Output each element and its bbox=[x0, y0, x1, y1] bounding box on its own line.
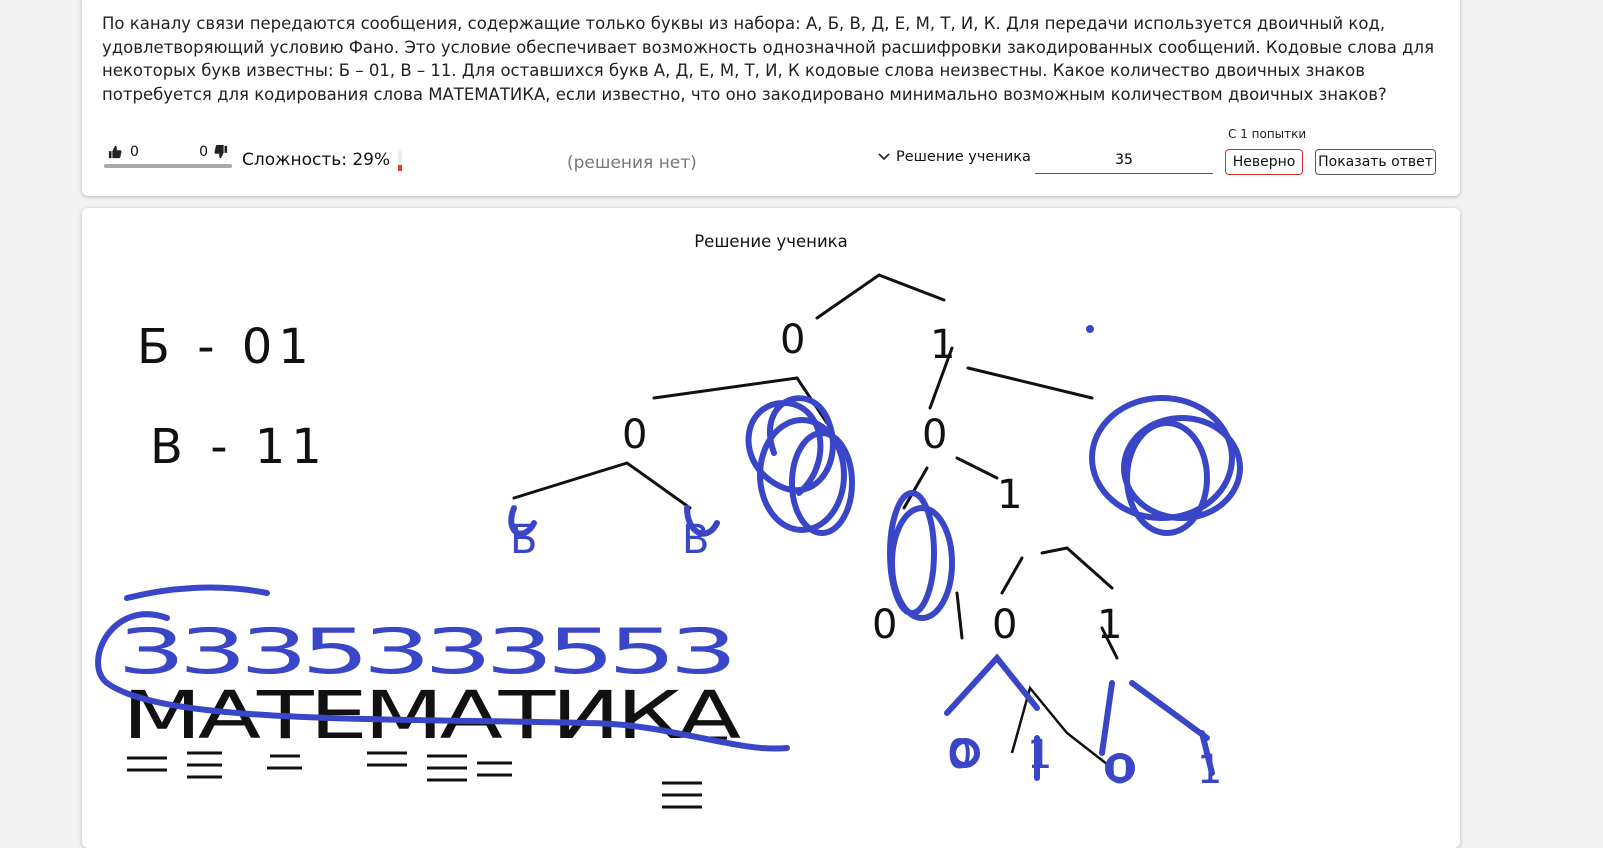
like-count: 0 bbox=[130, 144, 139, 160]
task-text: По каналу связи передаются сообщения, со… bbox=[102, 14, 1435, 104]
tree-label: 1 bbox=[997, 472, 1022, 518]
tree-edge bbox=[1040, 546, 1114, 590]
tree-label: 0 bbox=[780, 317, 805, 363]
answer-input[interactable] bbox=[1035, 146, 1213, 174]
tree-label: 0 bbox=[922, 412, 947, 458]
difficulty-meter bbox=[398, 149, 403, 171]
marker-scribble bbox=[944, 653, 1040, 716]
tree-label: 0 bbox=[992, 602, 1017, 648]
tree-label: 1 bbox=[1097, 602, 1122, 648]
tree-label: 1 bbox=[1027, 732, 1052, 778]
tree-label: 1 bbox=[1197, 747, 1222, 793]
difficulty: Сложность: 29% bbox=[242, 149, 403, 171]
tree-edge bbox=[652, 376, 799, 400]
difficulty-label: Сложность: 29% bbox=[242, 150, 391, 170]
tree-edge bbox=[966, 366, 1094, 400]
wrong-status-button[interactable]: Неверно bbox=[1225, 149, 1303, 175]
tree-label: 0 bbox=[1107, 747, 1132, 793]
thumbs-down-icon bbox=[214, 145, 228, 159]
dislike-button[interactable]: 0 bbox=[199, 144, 228, 160]
vote-ratio-bar bbox=[104, 164, 232, 168]
known-code-v: В - 11 bbox=[150, 419, 328, 475]
student-solution-toggle-label: Решение ученика bbox=[896, 149, 1031, 165]
vote-bar: 0 0 bbox=[104, 144, 232, 168]
tree-edge bbox=[1000, 556, 1024, 595]
solution-card: Решение ученика Б - 01 В - 11 0 1 0 0 1 … bbox=[82, 208, 1460, 848]
tree-label-b: Б bbox=[510, 517, 537, 563]
marker-dot bbox=[1086, 325, 1094, 333]
tree-label: 1 bbox=[930, 322, 955, 368]
tree-label-v: В bbox=[682, 517, 709, 563]
show-answer-button[interactable]: Показать ответ bbox=[1315, 149, 1436, 175]
thumbs-up-icon bbox=[108, 145, 122, 159]
letter-counts: 3 3 3 5 3 3 3 5 5 3 bbox=[117, 615, 730, 688]
marker-scribble bbox=[1089, 395, 1235, 521]
tree-label: 0 bbox=[622, 412, 647, 458]
solution-drawing-canvas: Б - 01 В - 11 0 1 0 0 1 0 1 0 МАТЕМАТИКА bbox=[95, 273, 1243, 809]
tree-edge bbox=[955, 456, 999, 480]
like-button[interactable]: 0 bbox=[108, 144, 139, 160]
tree-edge bbox=[815, 273, 946, 320]
marker-scribble bbox=[1099, 680, 1210, 756]
tree-edge bbox=[512, 461, 692, 510]
student-solution-toggle[interactable]: Решение ученика bbox=[878, 149, 1031, 165]
marker-scribble bbox=[124, 584, 270, 601]
word-matematika: МАТЕМАТИКА bbox=[122, 677, 741, 754]
known-code-b: Б - 01 bbox=[137, 319, 315, 375]
tree-edge bbox=[955, 591, 964, 640]
tree-label: 0 bbox=[872, 602, 897, 648]
task-card: По каналу связи передаются сообщения, со… bbox=[82, 0, 1460, 196]
tree-label: 0 bbox=[947, 732, 972, 778]
dislike-count: 0 bbox=[199, 144, 208, 160]
attempts-text: С 1 попытки bbox=[1228, 127, 1307, 141]
difficulty-meter-fill bbox=[398, 164, 403, 171]
no-solutions-text: (решения нет) bbox=[567, 153, 697, 173]
chevron-down-icon bbox=[878, 153, 890, 161]
